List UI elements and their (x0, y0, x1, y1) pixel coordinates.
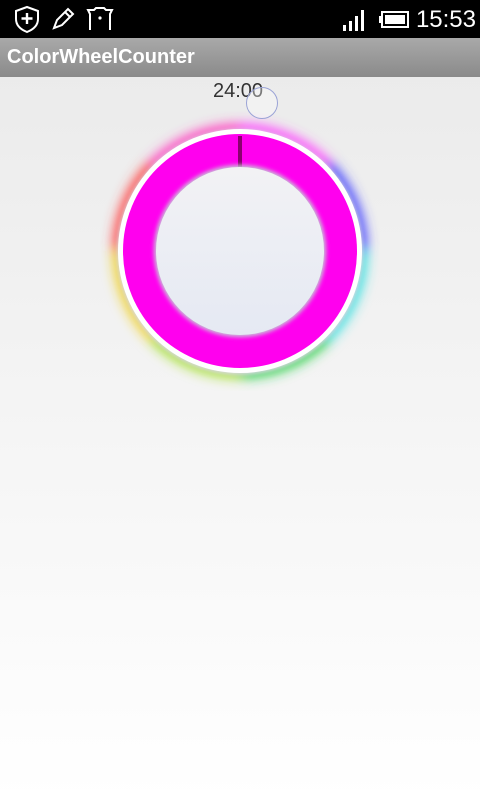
notification-app-icon (86, 7, 114, 30)
color-wheel-counter[interactable] (100, 111, 380, 391)
battery-icon (379, 11, 409, 28)
shield-plus-icon (15, 5, 39, 34)
app-title: ColorWheelCounter (7, 46, 195, 68)
ring-start-marker (238, 136, 242, 169)
clock: 15:53 (415, 6, 476, 33)
status-bar: 15:53 (0, 0, 480, 38)
action-bar: ColorWheelCounter (0, 38, 480, 77)
pen-icon (52, 7, 75, 30)
center-disc (156, 167, 324, 335)
signal-icon (343, 10, 364, 31)
touch-indicator (246, 87, 278, 119)
